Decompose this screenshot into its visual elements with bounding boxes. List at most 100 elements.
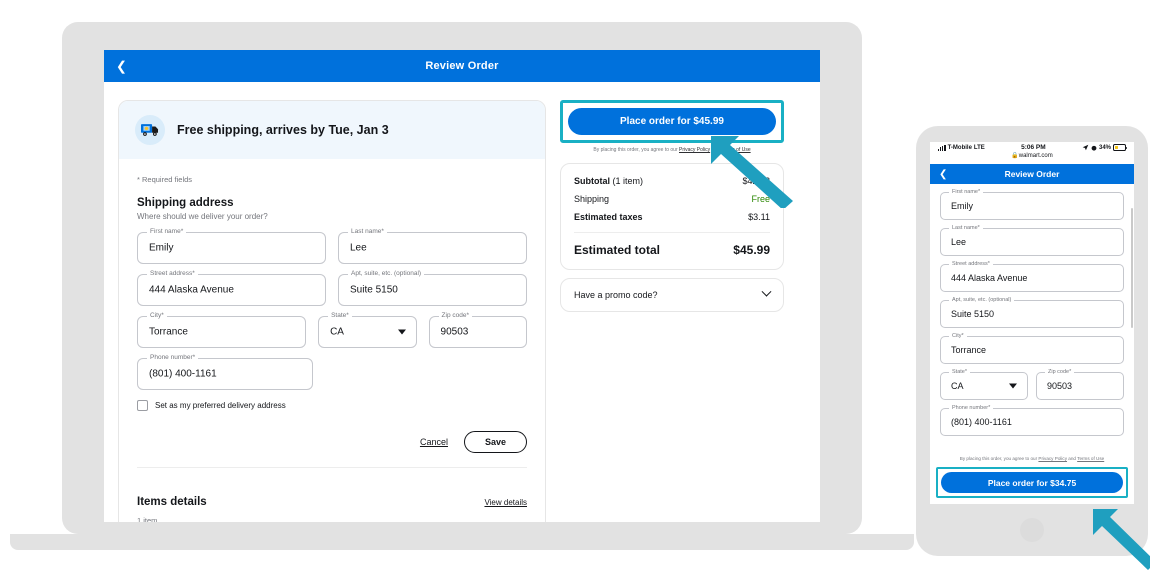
zip-code-field[interactable]: Zip code* 90503 (428, 312, 527, 348)
phone-last-name-label: Last name* (949, 225, 983, 231)
phone-apt-suite-field[interactable]: Apt, suite, etc. (optional) Suite 5150 (940, 297, 1124, 328)
annotation-arrow-desktop (711, 136, 793, 208)
state-label: State* (328, 312, 352, 319)
phone-city-label: City* (949, 333, 967, 339)
phone-zip-code-field[interactable]: Zip code* 90503 (1036, 369, 1124, 400)
legal-prefix: By placing this order, you agree to our (593, 147, 679, 153)
url-text: walmart.com (1018, 153, 1053, 159)
total-value: $45.99 (733, 242, 770, 257)
lock-icon: 🔒 (1011, 153, 1019, 159)
phone-state-label: State* (949, 369, 970, 375)
scrollbar[interactable] (1131, 208, 1133, 328)
annotation-arrow-phone (1093, 509, 1150, 570)
phone-legal-mid: and (1067, 456, 1078, 462)
phone-city-field[interactable]: City* Torrance (940, 333, 1124, 364)
phone-street-address-field[interactable]: Street address* 444 Alaska Avenue (940, 261, 1124, 292)
shipping-label: Shipping (574, 193, 610, 204)
phone-first-name-field[interactable]: First name* Emily (940, 189, 1124, 220)
state-value: CA (330, 326, 344, 338)
shipping-address-heading: Shipping address (137, 197, 234, 209)
subtotal-sublabel: (1 item) (610, 175, 644, 186)
phone-privacy-policy-link[interactable]: Privacy Policy (1038, 456, 1067, 461)
battery-percent: 34% (1098, 144, 1111, 151)
phone-phone-number-field[interactable]: Phone number* (801) 400-1161 (940, 405, 1124, 436)
laptop-device: ❮ Review Order Free shipping, arrives by… (10, 22, 914, 550)
alarm-icon (1091, 145, 1097, 151)
phone-last-name-field[interactable]: Last name* Lee (940, 225, 1124, 256)
form-divider (137, 467, 527, 468)
checkbox-icon[interactable] (137, 400, 148, 411)
phone-first-name-label: First name* (949, 189, 984, 195)
home-button[interactable] (1020, 518, 1044, 542)
taxes-label: Estimated taxes (574, 211, 643, 222)
view-details-link[interactable]: View details (484, 498, 527, 507)
phone-device: T-Mobile LTE 5:06 PM 34% 🔒walmart.com ❮ … (916, 126, 1148, 556)
street-address-value: 444 Alaska Avenue (149, 284, 234, 296)
items-details-section: Items details View details 1 item (119, 482, 545, 522)
first-name-field[interactable]: First name* Emily (137, 228, 326, 264)
phone-zip-code-value: 90503 (1047, 381, 1073, 391)
city-label: City* (147, 312, 167, 319)
chevron-down-icon[interactable] (397, 329, 406, 335)
phone-legal-prefix: By placing this order, you agree to our (959, 456, 1039, 462)
shipping-address-subtitle: Where should we deliver your order? (137, 212, 268, 221)
carrier-name: T-Mobile (947, 144, 972, 151)
city-field[interactable]: City* Torrance (137, 312, 307, 348)
status-right-cluster: 34% (1082, 144, 1128, 151)
phone-terms-of-use-link[interactable]: Terms of Use (1077, 456, 1104, 461)
save-button[interactable]: Save (463, 431, 527, 453)
phone-street-address-value: 444 Alaska Avenue (951, 273, 1028, 283)
phone-number-label: Phone number* (147, 354, 199, 361)
chevron-down-icon[interactable] (1009, 383, 1017, 389)
shipping-card: Free shipping, arrives by Tue, Jan 3 * R… (118, 100, 546, 522)
location-arrow-icon (1082, 144, 1089, 151)
free-shipping-banner: Free shipping, arrives by Tue, Jan 3 (119, 101, 545, 159)
last-name-value: Lee (350, 242, 367, 254)
form-actions: Cancel Save (137, 431, 527, 453)
chevron-left-icon[interactable]: ❮ (116, 60, 127, 73)
phone-phone-number-label: Phone number* (949, 405, 994, 411)
phone-status-bar: T-Mobile LTE 5:06 PM 34% 🔒walmart.com (930, 142, 1134, 164)
phone-state-value: CA (951, 381, 964, 391)
required-fields-note: * Required fields (137, 175, 193, 184)
promo-code-label: Have a promo code? (574, 289, 658, 300)
network-type: LTE (973, 144, 985, 151)
city-value: Torrance (149, 326, 188, 338)
last-name-field[interactable]: Last name* Lee (338, 228, 527, 264)
summary-row-taxes: Estimated taxes $3.11 (574, 212, 770, 222)
delivery-truck-icon (135, 115, 165, 145)
zip-code-value: 90503 (440, 326, 469, 338)
street-address-label: Street address* (147, 270, 198, 277)
street-address-field[interactable]: Street address* 444 Alaska Avenue (137, 270, 326, 306)
promo-code-section[interactable]: Have a promo code? (560, 277, 784, 312)
preferred-address-label: Set as my preferred delivery address (155, 401, 286, 410)
apt-suite-field[interactable]: Apt, suite, etc. (optional) Suite 5150 (338, 270, 527, 306)
first-name-value: Emily (149, 242, 174, 254)
phone-screen: T-Mobile LTE 5:06 PM 34% 🔒walmart.com ❮ … (930, 142, 1134, 504)
phone-place-order-button[interactable]: Place order for $34.75 (941, 472, 1123, 493)
phone-number-field[interactable]: Phone number* (801) 400-1161 (137, 354, 314, 390)
city-state-zip-row: City* Torrance State* CA Zip code* 90503 (137, 312, 527, 348)
street-row: Street address* 444 Alaska Avenue Apt, s… (137, 270, 527, 306)
phone-state-zip-row: State* CA Zip code* 90503 (940, 369, 1124, 408)
cancel-button[interactable]: Cancel (420, 437, 448, 447)
desktop-header: ❮ Review Order (104, 50, 820, 82)
browser-url-bar[interactable]: 🔒walmart.com (938, 152, 1126, 159)
phone-phone-number-value: (801) 400-1161 (951, 417, 1012, 427)
free-shipping-text: Free shipping, arrives by Tue, Jan 3 (177, 123, 389, 137)
chevron-down-icon[interactable] (761, 286, 772, 297)
summary-row-total: Estimated total $45.99 (574, 243, 770, 257)
items-count: 1 item (137, 516, 158, 522)
name-row: First name* Emily Last name* Lee (137, 228, 527, 264)
preferred-address-checkbox-row[interactable]: Set as my preferred delivery address (137, 400, 527, 411)
state-select[interactable]: State* CA (318, 312, 417, 348)
phone-apt-suite-value: Suite 5150 (951, 309, 995, 319)
phone-header: ❮ Review Order (930, 164, 1134, 184)
phone-address-form: First name* Emily Last name* Lee Street … (930, 184, 1134, 436)
summary-divider (574, 231, 770, 233)
last-name-label: Last name* (348, 228, 387, 235)
phone-state-select[interactable]: State* CA (940, 369, 1028, 400)
phone-first-name-value: Emily (951, 201, 973, 211)
chevron-left-icon[interactable]: ❮ (939, 169, 947, 180)
apt-suite-value: Suite 5150 (350, 284, 398, 296)
